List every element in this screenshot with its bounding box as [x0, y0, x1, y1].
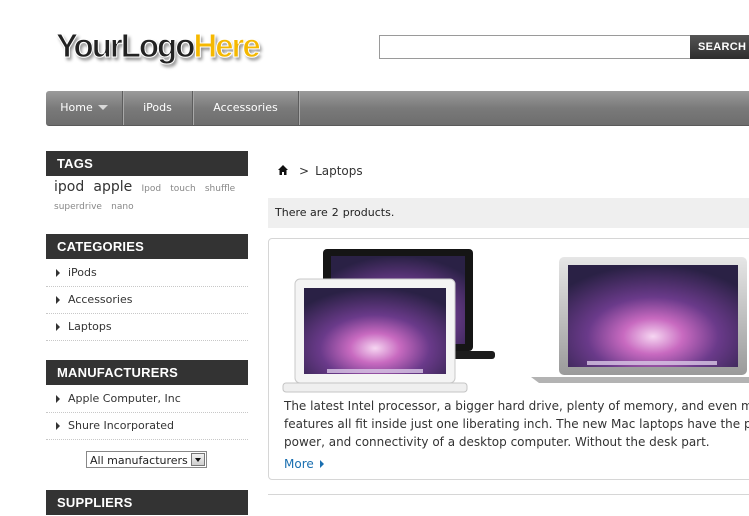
arrow-right-icon [56, 395, 60, 403]
logo-text-highlight: Here [193, 27, 261, 65]
tag-link[interactable]: shuffle [205, 184, 235, 194]
arrow-right-icon [319, 460, 324, 468]
tag-link[interactable]: superdrive [54, 202, 102, 212]
manufacturers-block-title: MANUFACTURERS [46, 360, 248, 385]
description-line: The latest Intel processor, a bigger har… [284, 399, 749, 413]
suppliers-block-title: SUPPLIERS [46, 490, 248, 515]
manufacturer-item-apple[interactable]: Apple Computer, Inc [46, 386, 248, 413]
arrow-right-icon [56, 323, 60, 331]
tag-link[interactable]: Ipod [141, 184, 161, 194]
category-item-laptops[interactable]: Laptops [46, 314, 248, 341]
search-input[interactable] [379, 35, 696, 59]
category-label: Laptops [68, 320, 112, 333]
categories-block-title: CATEGORIES [46, 234, 248, 259]
category-label: Accessories [68, 293, 133, 306]
breadcrumb: > Laptops [277, 163, 363, 179]
arrow-right-icon [56, 422, 60, 430]
breadcrumb-separator: > [299, 164, 310, 178]
main-nav: Home iPods Accessories [46, 91, 749, 126]
manufacturers-list: Apple Computer, Inc Shure Incorporated [46, 386, 248, 440]
count-number: 2 [331, 206, 339, 219]
nav-item-label: Home [60, 101, 93, 114]
manufacturer-select-value: All manufacturers [90, 454, 188, 467]
product-card [268, 494, 749, 515]
search-button[interactable]: SEARCH [690, 35, 749, 59]
arrow-right-icon [56, 269, 60, 277]
description-line: power, and connectivity of a desktop com… [284, 435, 710, 449]
chevron-down-icon[interactable] [191, 453, 205, 466]
tag-link[interactable]: apple [93, 179, 132, 195]
manufacturer-label: Apple Computer, Inc [68, 392, 181, 405]
more-link[interactable]: More [284, 457, 324, 471]
count-suffix: products. [342, 206, 395, 219]
product-count-bar: There are 2 products. [268, 198, 749, 228]
arrow-right-icon [56, 296, 60, 304]
product-card: The latest Intel processor, a bigger har… [268, 238, 749, 480]
chevron-down-icon [97, 105, 108, 110]
manufacturer-label: Shure Incorporated [68, 419, 175, 432]
tag-cloud: ipod apple Ipod touch shuffle superdrive… [54, 179, 248, 216]
count-prefix: There are [275, 206, 328, 219]
site-logo[interactable]: YourLogoHere [55, 26, 261, 66]
tags-block-title: TAGS [46, 151, 248, 176]
category-item-accessories[interactable]: Accessories [46, 287, 248, 314]
product-image[interactable] [277, 245, 749, 393]
tag-link[interactable]: nano [111, 202, 133, 212]
breadcrumb-current: Laptops [315, 164, 363, 178]
tag-link[interactable]: ipod [54, 179, 84, 195]
categories-list: iPods Accessories Laptops [46, 260, 248, 341]
product-description: The latest Intel processor, a bigger har… [284, 397, 749, 451]
category-label: iPods [68, 266, 97, 279]
description-line: features all fit inside just one liberat… [284, 417, 749, 431]
category-item-ipods[interactable]: iPods [46, 260, 248, 287]
nav-item-accessories[interactable]: Accessories [193, 91, 299, 125]
home-icon[interactable] [277, 164, 289, 176]
nav-item-home[interactable]: Home [46, 91, 123, 125]
more-label: More [284, 457, 314, 471]
nav-item-label: iPods [143, 101, 172, 114]
logo-text-dark: YourLogo [55, 27, 195, 65]
nav-item-label: Accessories [213, 101, 278, 114]
manufacturer-select[interactable]: All manufacturers [86, 451, 207, 468]
manufacturer-item-shure[interactable]: Shure Incorporated [46, 413, 248, 440]
nav-item-ipods[interactable]: iPods [123, 91, 193, 125]
tag-link[interactable]: touch [170, 184, 195, 194]
